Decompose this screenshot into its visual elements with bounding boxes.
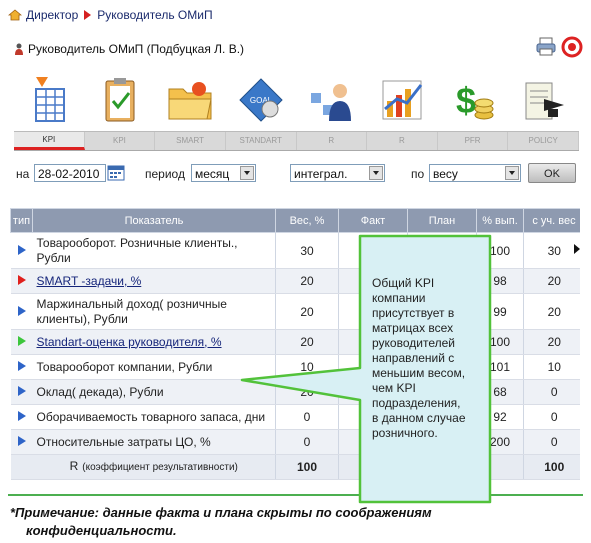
callout-line: подразделения, (372, 396, 461, 410)
callout-line: чем KPI (372, 381, 416, 395)
callout-line: матрицах всех (372, 321, 454, 335)
callout-bubble (240, 234, 492, 504)
footnote: *Примечание: данные факта и плана скрыты… (10, 504, 580, 540)
footnote-line-2: конфиденциальности. (26, 523, 177, 538)
callout-line: в данном случае (372, 411, 466, 425)
callout-line: компании (372, 291, 426, 305)
callout-line: меньшим весом, (372, 366, 466, 380)
callout-line: Общий KPI (372, 276, 435, 290)
callout-line: розничного. (372, 426, 438, 440)
callout-line: руководителей (372, 336, 455, 350)
footnote-line-1: *Примечание: данные факта и плана скрыты… (10, 505, 432, 520)
callout-text: Общий KPI компании присутствует в матриц… (372, 276, 484, 441)
callout-line: присутствует в (372, 306, 455, 320)
callout-line: направлений с (372, 351, 455, 365)
